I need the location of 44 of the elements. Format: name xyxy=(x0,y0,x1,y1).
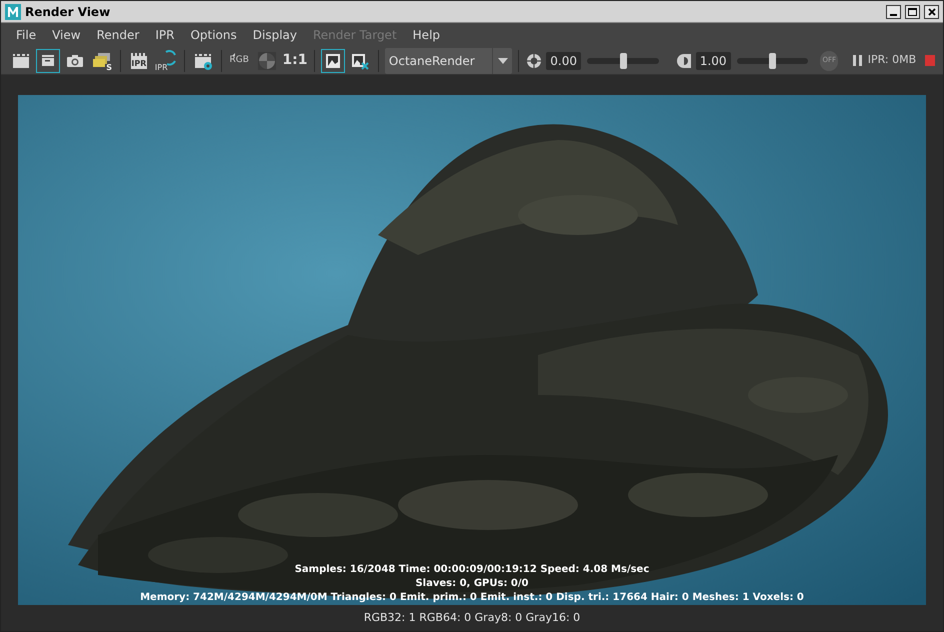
value-field[interactable]: 0.00 xyxy=(546,52,582,70)
refresh-icon xyxy=(164,50,177,66)
toolbar-button[interactable]: RGB xyxy=(228,48,252,72)
minimize-button[interactable] xyxy=(886,4,901,18)
renderer-dropdown[interactable]: OctaneRender xyxy=(384,48,512,74)
maximize-icon xyxy=(908,8,917,16)
slider-track[interactable] xyxy=(587,52,659,68)
aperture-icon xyxy=(526,52,542,68)
slider-track[interactable] xyxy=(736,52,808,68)
menu-item[interactable]: IPR xyxy=(148,26,182,44)
button-label: IPR xyxy=(130,56,147,68)
menu-item[interactable]: Display xyxy=(246,26,304,44)
render-stats-text: Slaves: 0, GPUs: 0/0 xyxy=(415,578,528,590)
menu-item[interactable]: Options xyxy=(183,26,244,44)
pause-icon xyxy=(852,55,862,66)
checker-icon xyxy=(256,50,277,70)
slider-thumb[interactable] xyxy=(769,52,776,68)
toolbar-button[interactable]: IPR xyxy=(126,48,151,72)
window-title: Render View xyxy=(25,4,110,20)
toolbar-button[interactable] xyxy=(36,48,60,72)
close-button[interactable] xyxy=(924,4,939,18)
button-label: IPR xyxy=(154,64,168,72)
slider-thumb[interactable] xyxy=(620,52,627,68)
status-text: RGB32: 1 RGB64: 0 Gray8: 0 Gray16: 0 xyxy=(364,610,580,626)
button-label: S xyxy=(105,64,113,72)
dropdown-value: OctaneRender xyxy=(388,52,475,70)
maximize-button[interactable] xyxy=(905,4,920,18)
ipr-memory-label: IPR: 0MB xyxy=(868,52,916,68)
dropdown-caret-icon xyxy=(498,58,508,64)
render-stats-text: Memory: 742M/4294M/4294M/0M Triangles: 0 Emit. prim.: 0 Emit. inst.: 0 Disp. tri.: 17664 Hair: 0 Meshes: 1 Voxels: 0 xyxy=(140,592,804,604)
toolbar-button[interactable]: IPR xyxy=(154,48,178,72)
menu-item[interactable]: Render xyxy=(90,26,146,44)
value-field[interactable]: 1.00 xyxy=(696,52,731,70)
menu-item[interactable]: View xyxy=(45,26,88,44)
menu-item[interactable]: File xyxy=(9,26,44,44)
render-stats-text: Samples: 16/2048 Time: 00:00:09/00:19:12 Speed: 4.08 Ms/sec xyxy=(294,564,650,576)
app-logo-icon xyxy=(5,4,21,20)
minimize-icon xyxy=(890,14,897,16)
close-icon xyxy=(928,8,936,16)
menu-item[interactable]: Help xyxy=(406,26,448,44)
toolbar-button[interactable]: S xyxy=(90,48,114,72)
button-label: RGB xyxy=(229,55,249,66)
toolbar-button[interactable] xyxy=(321,48,346,72)
contrast-icon xyxy=(676,52,692,68)
